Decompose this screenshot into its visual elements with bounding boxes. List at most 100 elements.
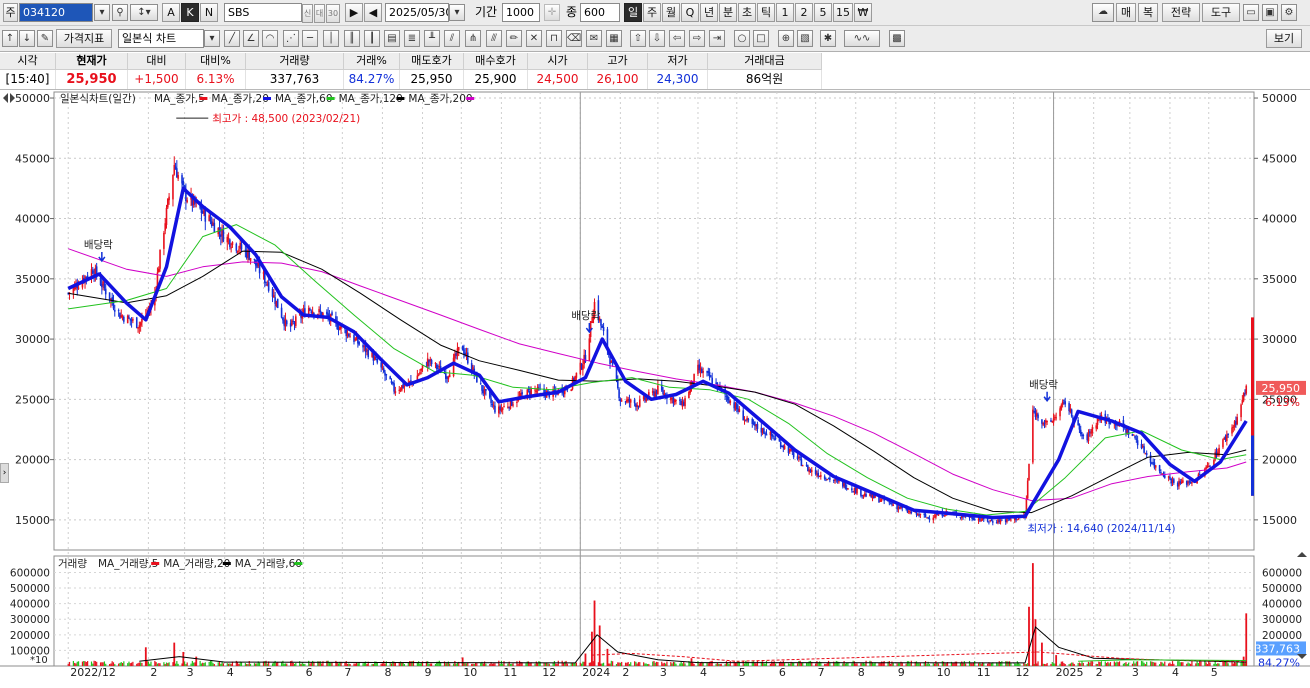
crosshair-icon[interactable]: ✛ bbox=[544, 4, 560, 21]
folder-icon[interactable]: ▭ bbox=[1243, 4, 1259, 21]
period-input[interactable]: 1000 bbox=[502, 3, 540, 22]
move-up-icon[interactable]: ⇧ bbox=[630, 30, 646, 47]
buy-button[interactable]: 매 bbox=[1116, 3, 1136, 22]
timeframe-minute[interactable]: 분 bbox=[719, 3, 737, 22]
fibonacci-icon[interactable]: ⫻ bbox=[486, 30, 502, 47]
volume-tick-label-right: 600000 bbox=[1262, 567, 1302, 579]
search-icon[interactable]: ⚲ bbox=[112, 4, 128, 21]
play-next-icon[interactable]: ▶ bbox=[345, 3, 363, 22]
channel-icon[interactable]: ⫽ bbox=[444, 30, 460, 47]
count-input[interactable]: 600 bbox=[580, 3, 620, 22]
vertical-line-icon[interactable]: │ bbox=[323, 30, 339, 47]
chart-type-dropdown-icon[interactable]: ▾ bbox=[204, 30, 220, 47]
bug-icon[interactable]: ✱ bbox=[820, 30, 836, 47]
chart-canvas[interactable]: 50000 5000045000 4500040000 4000035000 35000… bbox=[0, 90, 1310, 688]
rectangle-icon[interactable]: □ bbox=[753, 30, 769, 47]
timeframe-15[interactable]: 15 bbox=[833, 3, 853, 22]
save-icon[interactable]: ▣ bbox=[1262, 4, 1278, 21]
grid-lines-icon[interactable]: ▤ bbox=[384, 30, 400, 47]
edit-icon[interactable]: ✎ bbox=[37, 30, 53, 47]
view-button[interactable]: 보기 bbox=[1266, 29, 1302, 48]
timeframe-year[interactable]: 년 bbox=[700, 3, 718, 22]
calendar-dropdown-icon[interactable]: ▾ bbox=[449, 4, 465, 21]
side-panel-toggle[interactable]: › bbox=[0, 463, 9, 483]
volume-bar bbox=[85, 661, 87, 666]
volume-bar bbox=[1206, 664, 1209, 666]
indicator-button[interactable]: 가격지표 bbox=[56, 29, 112, 48]
circle-icon[interactable]: ○ bbox=[734, 30, 750, 47]
thirty-button[interactable]: 30 bbox=[326, 4, 340, 23]
stock-code-input[interactable]: 034120 bbox=[19, 3, 93, 22]
angle-line-icon[interactable]: ∠ bbox=[243, 30, 259, 47]
image-icon[interactable]: ▦ bbox=[606, 30, 622, 47]
dropdown-arrow-icon[interactable]: ▾ bbox=[94, 4, 110, 21]
stock-chart[interactable]: 50000 50000 45000 45000 40000 40000 35000 35000… bbox=[0, 90, 1310, 688]
candle-body bbox=[910, 511, 913, 514]
volume-bar bbox=[1078, 662, 1081, 666]
tools-button[interactable]: 도구 bbox=[1202, 3, 1240, 22]
pencil-icon[interactable]: ✏ bbox=[506, 30, 522, 47]
move-right-icon[interactable]: ⇨ bbox=[689, 30, 705, 47]
currency-button[interactable]: ₩ bbox=[854, 3, 872, 22]
volume-bar bbox=[132, 661, 134, 666]
cross-tool-icon[interactable]: ✕ bbox=[526, 30, 542, 47]
trendline-icon[interactable]: ╱ bbox=[224, 30, 240, 47]
cloud-icon[interactable]: ☁ bbox=[1092, 3, 1114, 22]
note-icon[interactable]: ✉ bbox=[586, 30, 602, 47]
volume-bar bbox=[301, 662, 303, 666]
strategy-button[interactable]: 전략 bbox=[1162, 3, 1200, 22]
list-lines-icon[interactable]: ≣ bbox=[404, 30, 420, 47]
x-tick-label: 4 bbox=[227, 666, 234, 679]
zoom-icon[interactable]: ⊕ bbox=[778, 30, 794, 47]
volume-bar bbox=[348, 663, 350, 666]
timeframe-5[interactable]: 5 bbox=[814, 3, 832, 22]
timeframe-2[interactable]: 2 bbox=[795, 3, 813, 22]
timeframe-month[interactable]: 월 bbox=[662, 3, 680, 22]
timeframe-quarter[interactable]: Q bbox=[681, 3, 699, 22]
wave-icon[interactable]: ∿∿ bbox=[844, 30, 880, 47]
btn-n[interactable]: N bbox=[200, 3, 218, 22]
pattern-icon[interactable]: ▧ bbox=[797, 30, 813, 47]
eraser-icon[interactable]: ⌫ bbox=[566, 30, 582, 47]
stock-name-field[interactable]: SBS bbox=[224, 3, 302, 22]
move-left-icon[interactable]: ⇦ bbox=[669, 30, 685, 47]
magnet-icon[interactable]: ⊓ bbox=[546, 30, 562, 47]
price-tag-value: 25,950 bbox=[1262, 382, 1301, 395]
btn-a[interactable]: A bbox=[162, 3, 180, 22]
pitchfork-icon[interactable]: ⋔ bbox=[465, 30, 481, 47]
cycle-lines-icon[interactable]: ╨ bbox=[424, 30, 440, 47]
timeframe-week[interactable]: 주 bbox=[643, 3, 661, 22]
timeframe-1[interactable]: 1 bbox=[776, 3, 794, 22]
btn-k[interactable]: K bbox=[181, 3, 199, 22]
loan-button[interactable]: 대 bbox=[314, 4, 325, 23]
credit-button[interactable]: 신 bbox=[302, 4, 313, 23]
move-down-icon[interactable]: ⇩ bbox=[649, 30, 665, 47]
arc-icon[interactable]: ◠ bbox=[262, 30, 278, 47]
play-prev-icon[interactable]: ◀ bbox=[364, 3, 382, 22]
volume-bar bbox=[72, 660, 74, 666]
arrow-down-icon[interactable]: ↓ bbox=[19, 30, 35, 47]
chart-type-select[interactable]: 일본식 차트 bbox=[118, 29, 204, 48]
timeframe-tick[interactable]: 틱 bbox=[757, 3, 775, 22]
sort-icon[interactable]: ↕▾ bbox=[130, 4, 158, 21]
volume-bar bbox=[500, 660, 503, 666]
arrow-up-icon[interactable]: ↑ bbox=[2, 30, 18, 47]
export-icon[interactable]: ⇥ bbox=[709, 30, 725, 47]
volume-bar bbox=[864, 663, 866, 666]
snapshot-icon[interactable]: ▩ bbox=[889, 30, 905, 47]
market-selector[interactable]: 주 bbox=[3, 3, 18, 22]
copy-button[interactable]: 복 bbox=[1138, 3, 1158, 22]
volume-bar bbox=[1087, 661, 1090, 666]
fan-line-icon[interactable]: ⋰ bbox=[283, 30, 299, 47]
settings-icon[interactable]: ⚙ bbox=[1281, 4, 1297, 21]
date-input[interactable]: 2025/05/30 bbox=[385, 3, 449, 22]
timeframe-day[interactable]: 일 bbox=[624, 3, 642, 22]
timeframe-second[interactable]: 초 bbox=[738, 3, 756, 22]
volume-bar bbox=[860, 663, 862, 666]
volume-bar bbox=[675, 663, 677, 666]
multi-vertical-icon[interactable]: ┃ bbox=[364, 30, 380, 47]
parallel-lines-icon[interactable]: ║ bbox=[344, 30, 360, 47]
y-tick-label-left: 20000 bbox=[15, 454, 50, 467]
volume-bar bbox=[1217, 663, 1219, 666]
horizontal-line-icon[interactable]: ─ bbox=[302, 30, 318, 47]
